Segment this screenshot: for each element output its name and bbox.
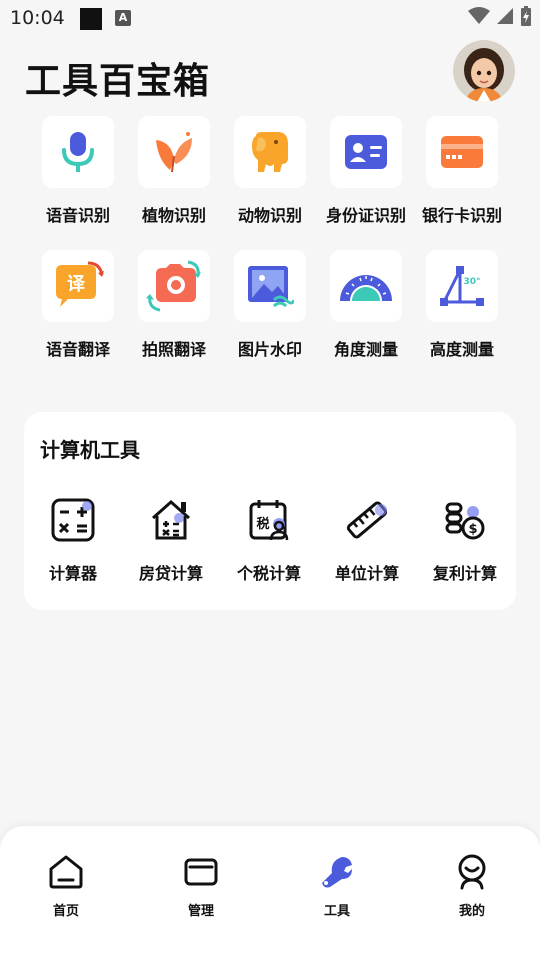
protractor-icon	[340, 275, 392, 301]
calc-label: 单位计算	[334, 564, 399, 583]
tool-label: 身份证识别	[325, 206, 406, 225]
nav-label: 我的	[458, 904, 485, 919]
tool-label: 银行卡识别	[421, 206, 502, 225]
tool-label: 语音翻译	[45, 340, 110, 359]
calc-item-tax[interactable]: 税 个税计算	[224, 496, 314, 584]
tool-height-measure[interactable]: 30° 高度测量	[414, 250, 510, 360]
card-title: 计算机工具	[40, 438, 140, 462]
tool-animal-recognition[interactable]: 动物识别	[222, 116, 318, 226]
wifi-icon	[468, 7, 490, 24]
image-watermark-icon	[248, 266, 294, 308]
nav-mine[interactable]: 我的	[432, 852, 512, 919]
calculator-tools-card: 计算机工具 计算器 房贷计算 税 个税计算 单位计算 $ 复利计算	[24, 412, 516, 610]
signal-icon	[497, 8, 513, 24]
calc-label: 复利计算	[432, 564, 497, 583]
calc-label: 计算器	[48, 564, 97, 583]
nav-tools[interactable]: 工具	[297, 852, 377, 919]
tool-label: 高度测量	[429, 340, 494, 359]
bottom-nav: 首页 管理 工具 我的	[0, 826, 540, 960]
status-bar: 10:04 A	[0, 0, 540, 36]
tool-label: 动物识别	[237, 206, 302, 225]
avatar[interactable]	[453, 40, 515, 102]
tool-bank-card-recognition[interactable]: 银行卡识别	[414, 116, 510, 226]
folder-icon	[184, 858, 218, 886]
tool-camera-translate[interactable]: 拍照翻译	[126, 250, 222, 360]
tool-angle-measure[interactable]: 角度测量	[318, 250, 414, 360]
calc-item-calculator[interactable]: 计算器	[28, 496, 118, 584]
coins-icon: $	[445, 502, 485, 540]
voice-translate-icon: 译	[56, 261, 104, 307]
height-measure-icon: 30°	[440, 266, 484, 306]
nav-home[interactable]: 首页	[26, 852, 106, 919]
svg-text:$: $	[468, 522, 477, 537]
calc-label: 个税计算	[236, 564, 301, 583]
page-title: 工具百宝箱	[25, 61, 211, 102]
tool-label: 拍照翻译	[141, 340, 206, 359]
calc-item-compound-interest[interactable]: $ 复利计算	[420, 496, 510, 584]
bank-card-icon	[441, 136, 483, 168]
home-icon	[49, 855, 83, 889]
tool-label: 角度测量	[333, 340, 398, 359]
nav-label: 管理	[187, 904, 214, 919]
profile-icon	[458, 854, 486, 890]
wrench-icon	[322, 857, 352, 888]
calc-item-unit[interactable]: 单位计算	[322, 496, 412, 584]
tool-voice-translate[interactable]: 译 语音翻译	[30, 250, 126, 360]
microphone-icon	[62, 132, 94, 172]
tax-icon: 税	[249, 500, 289, 541]
tool-image-watermark[interactable]: 图片水印	[222, 250, 318, 360]
tax-glyph: 税	[256, 516, 269, 532]
ruler-icon	[346, 501, 388, 539]
tool-id-card-recognition[interactable]: 身份证识别	[318, 116, 414, 226]
angle-glyph: 30°	[463, 277, 480, 287]
plant-icon	[156, 132, 192, 173]
house-loan-icon	[152, 499, 190, 540]
nav-label: 工具	[323, 904, 350, 919]
tool-label: 语音识别	[45, 206, 110, 225]
tool-voice-recognition[interactable]: 语音识别	[30, 116, 126, 226]
id-card-icon	[345, 135, 387, 169]
status-time: 10:04	[10, 7, 65, 29]
battery-charging-icon	[521, 6, 531, 26]
nav-label: 首页	[52, 904, 79, 919]
translate-glyph: 译	[67, 274, 86, 295]
calc-item-house-loan[interactable]: 房贷计算	[126, 496, 216, 584]
elephant-icon	[252, 132, 288, 172]
tool-label: 植物识别	[141, 206, 206, 225]
camera-translate-icon	[146, 260, 201, 312]
tool-label: 图片水印	[237, 340, 302, 359]
calc-label: 房贷计算	[138, 564, 203, 583]
nav-manage[interactable]: 管理	[161, 852, 241, 919]
calculator-icon	[51, 498, 95, 542]
a-app-icon: A	[115, 10, 131, 26]
tool-plant-recognition[interactable]: 植物识别	[126, 116, 222, 226]
notification-square-icon	[80, 8, 102, 30]
